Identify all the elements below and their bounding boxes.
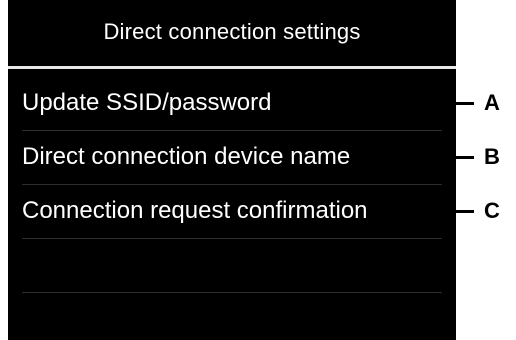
- menu-item-connection-request-confirmation[interactable]: Connection request confirmation: [8, 184, 456, 238]
- screen-title: Direct connection settings: [103, 19, 361, 44]
- menu-item-direct-connection-device-name[interactable]: Direct connection device name: [8, 130, 456, 184]
- callout-a: A: [422, 90, 500, 115]
- title-divider: [8, 66, 456, 69]
- menu-item-label: Direct connection device name: [22, 143, 351, 170]
- callout-letter: B: [484, 144, 500, 169]
- menu-item-empty: [8, 238, 456, 292]
- callout-line: [422, 101, 474, 105]
- callout-line: [422, 155, 474, 159]
- callout-c: C: [422, 198, 500, 223]
- menu-item-label: Connection request confirmation: [22, 197, 368, 224]
- callout-letter: A: [484, 90, 500, 115]
- screen-title-bar: Direct connection settings: [8, 12, 456, 52]
- menu-item-label: Update SSID/password: [22, 89, 272, 116]
- printer-lcd-screen: Direct connection settings Update SSID/p…: [8, 0, 456, 340]
- row-divider: [22, 292, 442, 293]
- callout-line: [422, 209, 474, 213]
- menu-item-update-ssid-password[interactable]: Update SSID/password: [8, 76, 456, 130]
- callout-b: B: [422, 144, 500, 169]
- callout-letter: C: [484, 198, 500, 223]
